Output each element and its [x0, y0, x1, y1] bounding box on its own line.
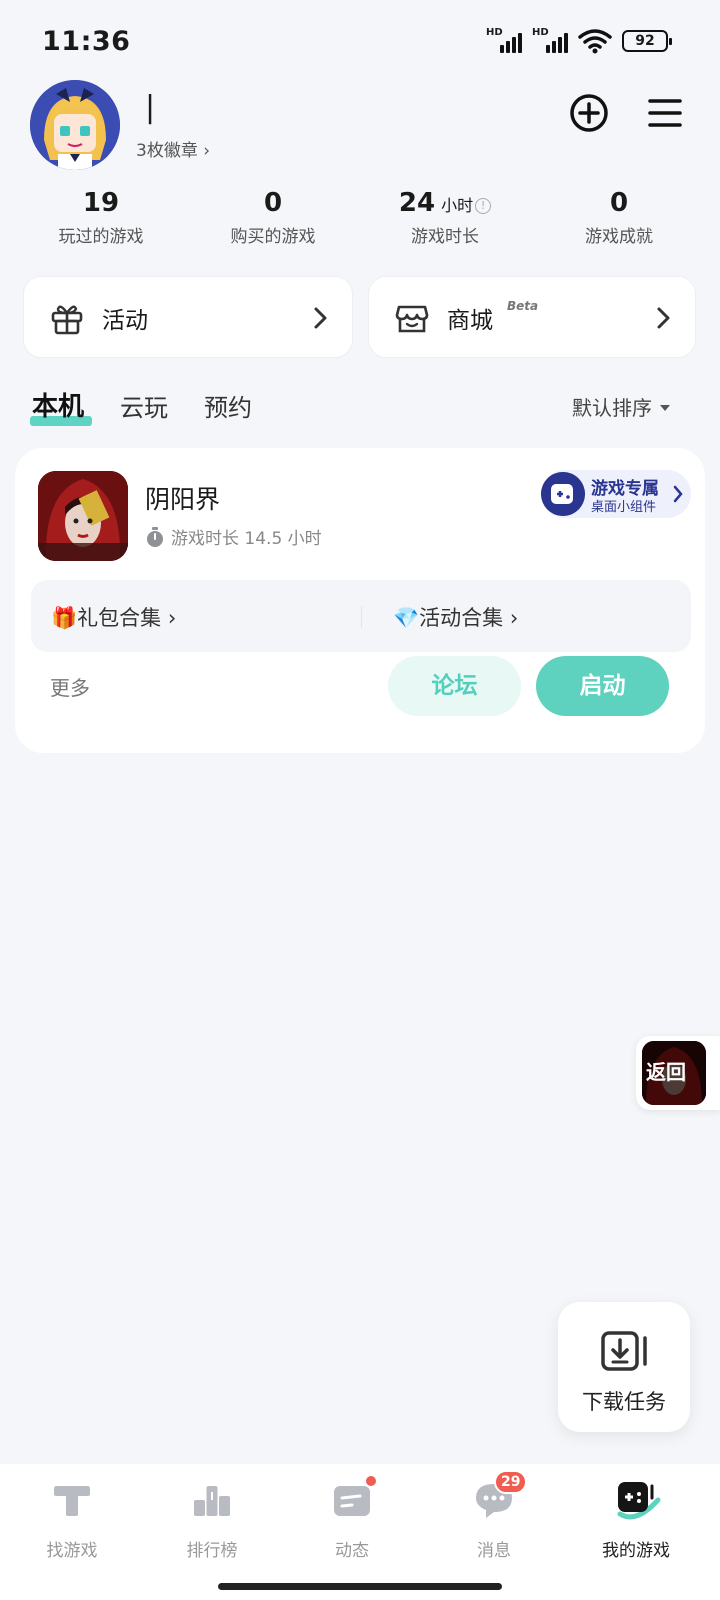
nav-label: 找游戏: [46, 1541, 98, 1561]
avatar[interactable]: [30, 80, 120, 170]
find-game-icon: [54, 1486, 90, 1516]
status-icons: HD HD 92: [486, 27, 672, 54]
stat-unit: 小时: [441, 196, 474, 215]
game-play-time: 游戏时长 14.5 小时: [145, 524, 322, 549]
battery-level: 92: [635, 33, 655, 49]
stat-achievements[interactable]: 0 游戏成就: [534, 188, 704, 247]
download-label: 下载任务: [582, 1390, 666, 1414]
chevron-right-icon: [314, 307, 327, 329]
widget-subtitle: 桌面小组件: [591, 500, 657, 515]
download-tasks-button[interactable]: 下载任务: [558, 1302, 690, 1432]
battery-icon: 92: [622, 30, 672, 52]
wifi-icon: [578, 29, 612, 54]
nav-label: 消息: [477, 1541, 511, 1561]
notification-dot: [364, 1474, 378, 1488]
status-time: 11:36: [42, 26, 131, 57]
gift-collection-label: 🎁礼包合集: [51, 606, 162, 630]
beta-badge: Beta: [507, 299, 539, 313]
message-count-badge: 29: [494, 1470, 528, 1494]
start-button[interactable]: 启动: [536, 656, 669, 716]
nav-messages[interactable]: 29 消息: [434, 1470, 554, 1561]
stat-value: 0: [609, 188, 629, 218]
sort-dropdown[interactable]: 默认排序: [572, 392, 670, 421]
feed-icon: [330, 1474, 378, 1522]
game-links: 🎁礼包合集 › 💎活动合集 ›: [31, 580, 691, 652]
nav-my-games[interactable]: 我的游戏: [576, 1478, 696, 1561]
stat-label: 玩过的游戏: [58, 227, 144, 247]
stat-value-wrap: 24 小时!: [360, 188, 530, 218]
floating-back-button[interactable]: 返回: [636, 1036, 720, 1110]
stopwatch-icon: [147, 527, 163, 547]
stat-label: 购买的游戏: [230, 227, 316, 247]
event-collection-label: 💎活动合集: [393, 606, 504, 630]
status-bar: 11:36 HD HD 92: [0, 0, 720, 84]
stat-played-games[interactable]: 19 玩过的游戏: [16, 188, 186, 247]
stat-label: 游戏时长: [411, 227, 479, 247]
stat-value: 0: [263, 188, 283, 218]
stat-label: 游戏成就: [585, 227, 653, 247]
shop-icon: [395, 305, 429, 333]
message-icon: 29: [472, 1470, 528, 1522]
tab-local[interactable]: 本机: [32, 386, 84, 423]
badges-label: 3枚徽章: [136, 141, 198, 161]
activity-label: 活动: [102, 308, 148, 334]
play-time-text: 游戏时长 14.5 小时: [171, 529, 322, 549]
stat-value: 24: [398, 188, 436, 218]
chevron-right-icon: [657, 307, 670, 329]
my-games-icon: [617, 1482, 661, 1520]
shop-label: 商城: [447, 308, 493, 334]
activity-card[interactable]: 活动: [23, 276, 353, 358]
game-card: 阴阳界 游戏时长 14.5 小时 游戏专属 桌面小组件 🎁礼包合集 › 💎活动合…: [15, 448, 705, 753]
shop-card[interactable]: 商城 Beta: [368, 276, 696, 358]
menu-icon[interactable]: [644, 92, 686, 134]
tab-reserve[interactable]: 预约: [204, 388, 252, 423]
bottom-nav: 找游戏 排行榜 动态 29 消息 我的游戏: [0, 1464, 720, 1600]
signal-icon: HD: [532, 27, 568, 53]
signal-icon: HD: [486, 27, 522, 53]
nav-feed[interactable]: 动态: [292, 1474, 412, 1561]
badges-link[interactable]: 3枚徽章 ›: [136, 136, 210, 161]
caret-down-icon: [660, 405, 670, 411]
download-icon: [601, 1331, 647, 1371]
sort-label: 默认排序: [572, 396, 652, 420]
nav-leaderboard[interactable]: 排行榜: [152, 1478, 272, 1561]
nav-label: 排行榜: [186, 1541, 238, 1561]
forum-button[interactable]: 论坛: [388, 656, 521, 716]
gift-icon: [51, 305, 83, 335]
stat-purchased-games[interactable]: 0 购买的游戏: [188, 188, 358, 247]
nav-label: 动态: [335, 1541, 369, 1561]
stat-play-time[interactable]: 24 小时! 游戏时长: [360, 188, 530, 247]
event-collection-link[interactable]: 💎活动合集 ›: [393, 602, 518, 632]
stat-value: 19: [82, 188, 120, 218]
profile-stats: 19 玩过的游戏 0 购买的游戏 24 小时! 游戏时长 0 游戏成就: [0, 188, 720, 248]
divider: [361, 606, 362, 628]
more-button[interactable]: 更多: [50, 672, 90, 701]
info-icon[interactable]: !: [475, 198, 492, 214]
nav-label: 我的游戏: [602, 1541, 670, 1561]
gift-collection-link[interactable]: 🎁礼包合集 ›: [51, 602, 176, 632]
desktop-widget-banner[interactable]: 游戏专属 桌面小组件: [541, 470, 691, 518]
username[interactable]: |: [145, 90, 155, 125]
back-label: 返回: [646, 1060, 686, 1084]
nav-find-games[interactable]: 找游戏: [12, 1478, 132, 1561]
chevron-right-icon: [673, 485, 683, 503]
leaderboard-icon: [194, 1486, 230, 1516]
gamepad-icon: [541, 472, 585, 516]
game-title[interactable]: 阴阳界: [145, 480, 220, 516]
game-icon[interactable]: [38, 471, 128, 561]
tab-cloud[interactable]: 云玩: [120, 388, 168, 423]
home-indicator[interactable]: [218, 1583, 502, 1590]
add-circle-icon[interactable]: [568, 92, 610, 134]
